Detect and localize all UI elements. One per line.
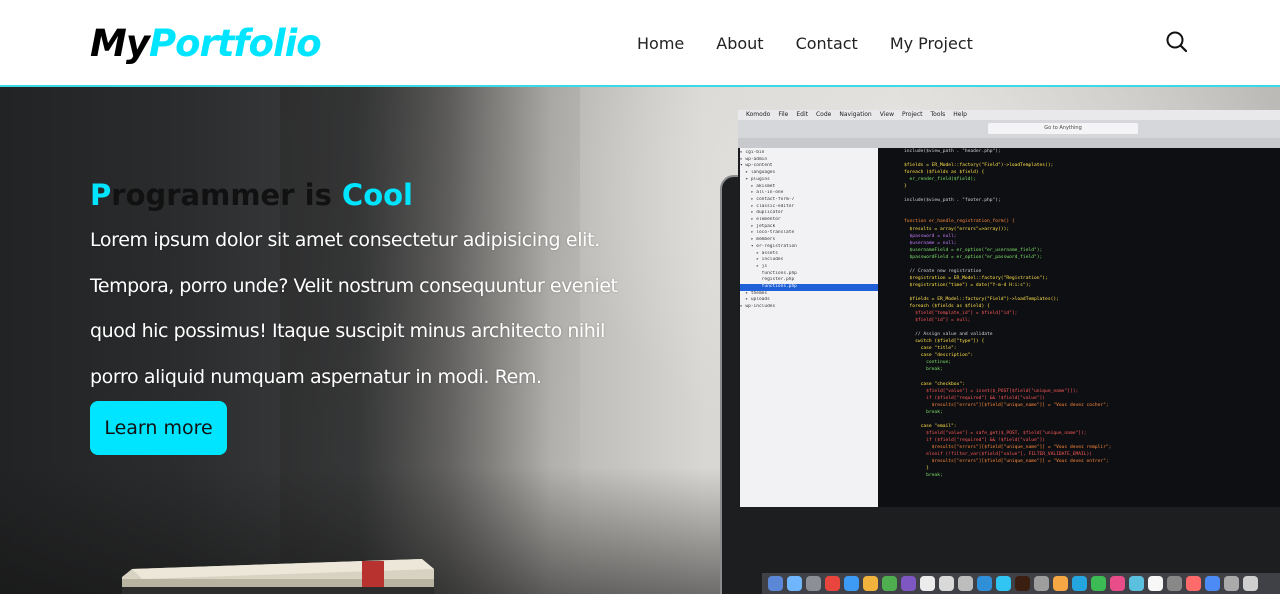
hero-text-line: quod hic possimus! Itaque suscipit minus… <box>90 320 606 342</box>
hero-title-middle: rogrammer is <box>111 178 342 212</box>
hero-text-line: Lorem ipsum dolor sit amet consectetur a… <box>90 229 600 251</box>
screen-menubar: Komodo File Edit Code Navigation View Project T… <box>738 110 1280 120</box>
hero-title-highlight: Cool <box>341 178 413 212</box>
screen-tabs <box>738 138 1280 148</box>
hero-text-line: Tempora, porro unde? Velit nostrum conse… <box>90 274 618 297</box>
brand-logo-part1: My <box>90 22 150 65</box>
brand-logo[interactable]: MyPortfolio <box>90 22 322 66</box>
screen-address-bar: Go to Anything <box>988 123 1138 134</box>
search-button[interactable] <box>1165 30 1189 54</box>
laptop-dock <box>762 573 1280 594</box>
nav-about-link[interactable]: About <box>716 33 763 55</box>
book-image <box>122 559 434 594</box>
nav-links: Home About Contact My Project <box>637 33 973 55</box>
learn-more-button[interactable]: Learn more <box>90 401 227 455</box>
hero-text-line: porro aliquid numquam aspernatur in modi… <box>90 365 542 388</box>
screen-toolbar: Go to Anything <box>738 120 1280 139</box>
laptop-screen: Komodo File Edit Code Navigation View Project T… <box>738 110 1280 507</box>
hero-title: Programmer is Cool <box>90 176 413 214</box>
screen-file-tree: ▸ cgi-bin ▸ wp-admin ▾ wp-content ▸ langua… <box>740 148 878 507</box>
nav-home-link[interactable]: Home <box>637 33 684 55</box>
navbar: MyPortfolio Home About Contact My Projec… <box>0 0 1280 87</box>
hero-title-letter: P <box>90 178 112 212</box>
hero-description: Lorem ipsum dolor sit amet consectetur a… <box>90 218 690 400</box>
nav-contact-link[interactable]: Contact <box>796 33 858 55</box>
brand-logo-part2: Portfolio <box>148 22 322 65</box>
screen-code-editor: include($view_path . "header.php"); $fie… <box>878 148 1280 507</box>
nav-my-project-link[interactable]: My Project <box>890 33 973 55</box>
search-icon <box>1166 31 1188 53</box>
